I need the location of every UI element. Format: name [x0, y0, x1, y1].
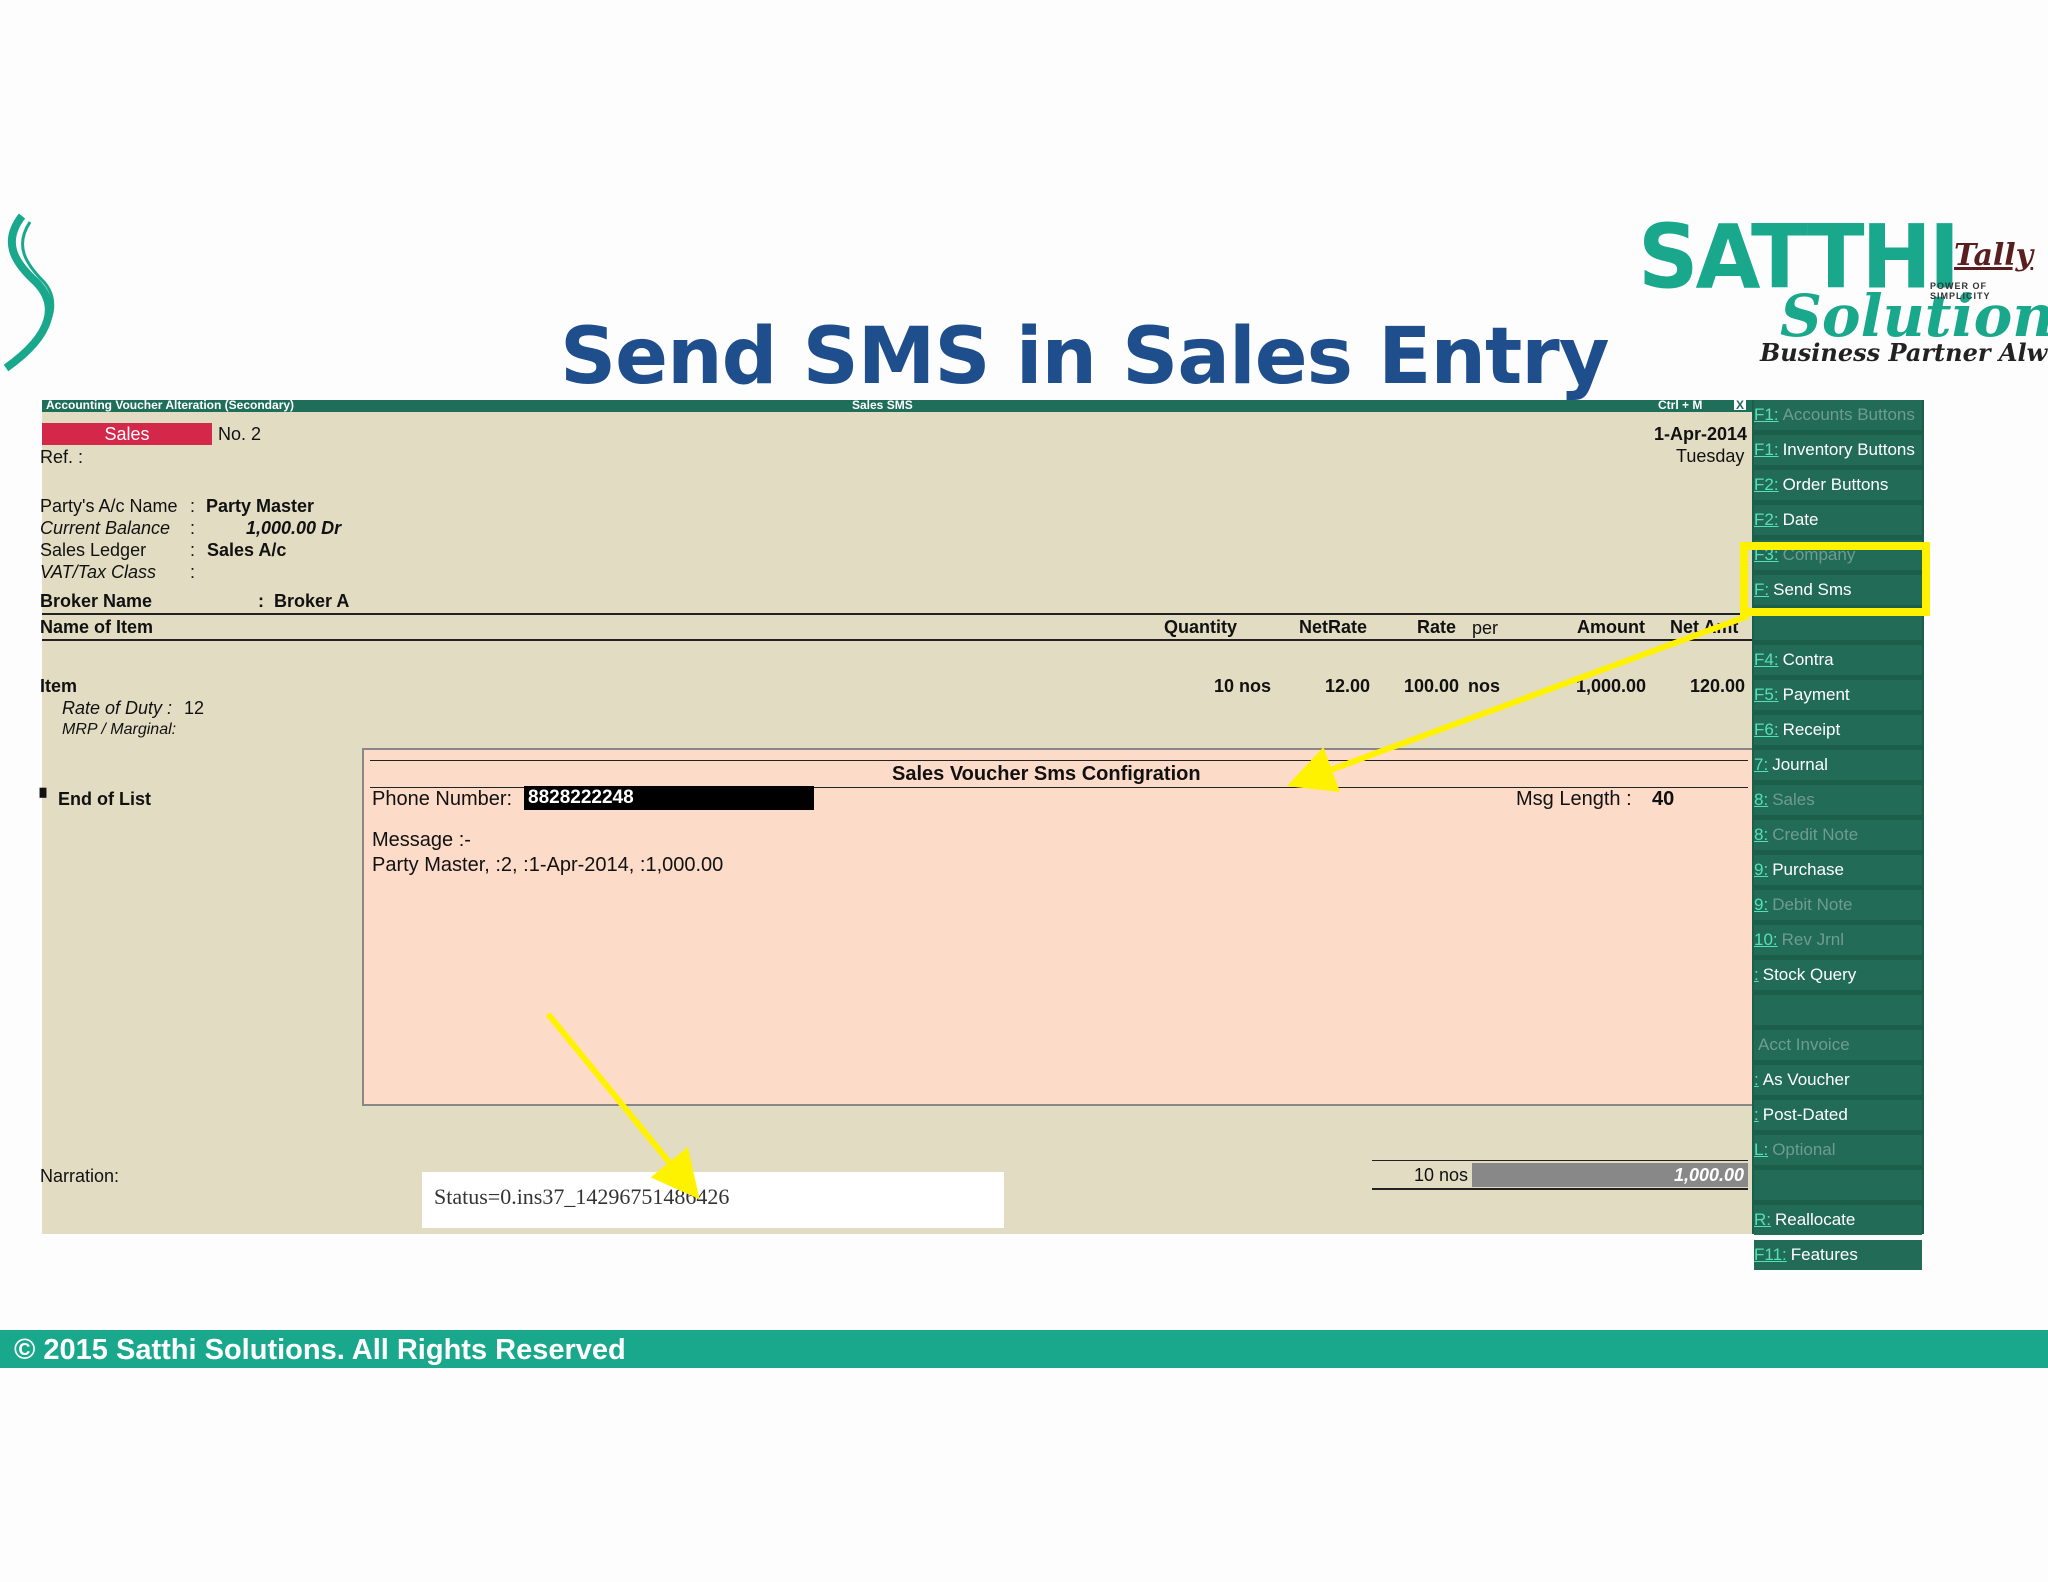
arrow-to-dialog	[1286, 613, 1750, 793]
footer-copyright: © 2015 Satthi Solutions. All Rights Rese…	[14, 1334, 626, 1366]
arrow-to-status	[545, 1012, 700, 1200]
